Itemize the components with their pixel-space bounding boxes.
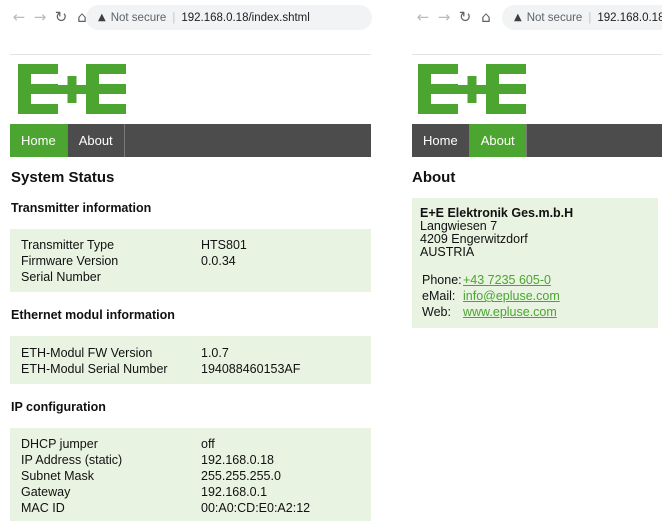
- header-divider: [412, 54, 662, 55]
- not-secure-label[interactable]: Not secure: [527, 12, 583, 24]
- epluse-logo: [18, 64, 126, 114]
- row-label: IP Address (static): [21, 453, 123, 467]
- url-text[interactable]: 192.168.0.18/ab: [597, 12, 662, 24]
- page-title: About: [412, 169, 456, 186]
- row-label: Serial Number: [21, 270, 101, 284]
- reload-icon[interactable]: ↻: [456, 8, 474, 26]
- separator: |: [588, 11, 592, 24]
- header-divider: [10, 54, 371, 55]
- email-link[interactable]: info@epluse.com: [463, 289, 560, 303]
- contact-box: E+E Elektronik Ges.m.b.H Langwiesen 7 42…: [412, 198, 658, 328]
- web-link[interactable]: www.epluse.com: [463, 305, 557, 319]
- forward-arrow-icon[interactable]: →: [31, 8, 49, 26]
- phone-label: Phone:: [422, 273, 462, 287]
- row-label: Subnet Mask: [21, 469, 94, 483]
- reload-icon[interactable]: ↻: [52, 8, 70, 26]
- row-value: 255.255.255.0: [201, 469, 281, 483]
- phone-link[interactable]: +43 7235 605-0: [463, 273, 551, 287]
- street-address: Langwiesen 7: [420, 219, 498, 233]
- row-value: 192.168.0.18: [201, 453, 274, 467]
- ethernet-info-box: [10, 336, 371, 384]
- page-title: System Status: [11, 169, 115, 186]
- row-value: off: [201, 437, 215, 451]
- transmitter-heading: Transmitter information: [11, 201, 152, 215]
- status-browser-window: ← → ↻ ⌂ ▲ Not secure | 192.168.0.18/inde…: [0, 0, 383, 521]
- row-value: 1.0.7: [201, 346, 229, 360]
- url-text[interactable]: 192.168.0.18/index.shtml: [181, 12, 310, 24]
- company-name: E+E Elektronik Ges.m.b.H: [420, 206, 574, 220]
- nav-home-tab[interactable]: Home: [10, 124, 68, 157]
- email-label: eMail:: [422, 289, 456, 303]
- row-label: ETH-Modul FW Version: [21, 346, 153, 360]
- home-icon[interactable]: ⌂: [477, 8, 495, 26]
- browser-toolbar: ← → ↻ ⌂ ▲ Not secure | 192.168.0.18/inde…: [0, 0, 383, 34]
- nav-about-tab[interactable]: About: [68, 124, 125, 157]
- epluse-logo: [418, 64, 526, 114]
- warning-icon[interactable]: ▲: [514, 12, 522, 23]
- nav-about-tab[interactable]: About: [469, 124, 527, 157]
- back-arrow-icon[interactable]: ←: [414, 8, 432, 26]
- address-bar[interactable]: ▲ Not secure | 192.168.0.18/ab: [502, 5, 662, 30]
- row-label: ETH-Modul Serial Number: [21, 362, 168, 376]
- city-address: 4209 Engerwitzdorf: [420, 232, 528, 246]
- web-label: Web:: [422, 305, 451, 319]
- ethernet-heading: Ethernet modul information: [11, 308, 175, 322]
- row-value: HTS801: [201, 238, 247, 252]
- ip-heading: IP configuration: [11, 400, 106, 414]
- row-value: 00:A0:CD:E0:A2:12: [201, 501, 311, 515]
- row-value: 194088460153AF: [201, 362, 301, 376]
- row-label: DHCP jumper: [21, 437, 98, 451]
- row-label: Transmitter Type: [21, 238, 115, 252]
- row-value: 192.168.0.1: [201, 485, 268, 499]
- row-value: 0.0.34: [201, 254, 236, 268]
- not-secure-label[interactable]: Not secure: [111, 12, 167, 24]
- row-label: Gateway: [21, 485, 71, 499]
- main-nav: Home About: [412, 124, 662, 157]
- country: AUSTRIA: [420, 245, 475, 259]
- row-label: MAC ID: [21, 501, 65, 515]
- address-bar[interactable]: ▲ Not secure | 192.168.0.18/index.shtml: [86, 5, 372, 30]
- row-label: Firmware Version: [21, 254, 119, 268]
- warning-icon[interactable]: ▲: [98, 12, 106, 23]
- back-arrow-icon[interactable]: ←: [10, 8, 28, 26]
- browser-toolbar: ← → ↻ ⌂ ▲ Not secure | 192.168.0.18/ab: [402, 0, 662, 34]
- about-browser-window: ← → ↻ ⌂ ▲ Not secure | 192.168.0.18/ab H…: [402, 0, 662, 521]
- separator: |: [172, 11, 176, 24]
- main-nav: Home About: [10, 124, 371, 157]
- nav-home-tab[interactable]: Home: [412, 124, 470, 157]
- forward-arrow-icon[interactable]: →: [435, 8, 453, 26]
